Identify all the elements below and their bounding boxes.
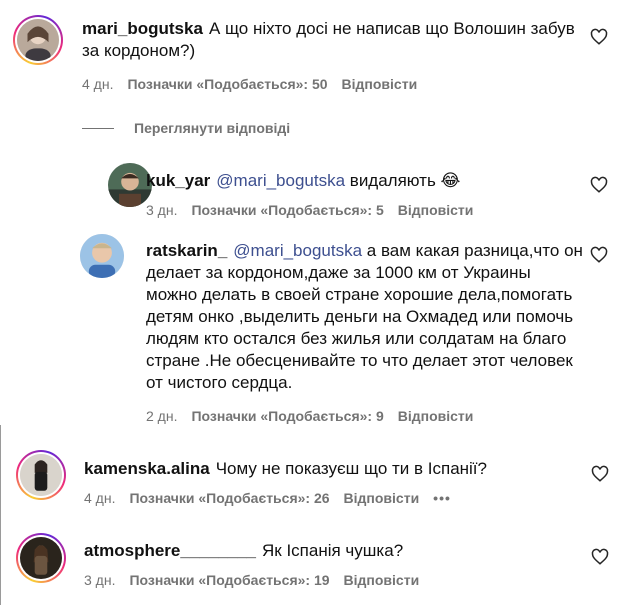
reply-button[interactable]: Відповісти	[344, 490, 420, 506]
mention-link[interactable]: @mari_bogutska	[233, 241, 362, 260]
reply-meta: 2 дн. Позначки «Подобається»: 9 Відповісти	[146, 408, 487, 424]
comment-body: mari_bogutska А що ніхто досі не написав …	[82, 18, 582, 62]
likes-count[interactable]: Позначки «Подобається»: 5	[191, 202, 383, 218]
likes-count[interactable]: Позначки «Подобається»: 9	[191, 408, 383, 424]
comment-text: Чому не показуєш що ти в Іспанії?	[215, 459, 487, 478]
comment-meta: 4 дн. Позначки «Подобається»: 50 Відповіст…	[82, 76, 431, 92]
heart-icon[interactable]	[590, 246, 608, 264]
comment-meta: 3 дн. Позначки «Подобається»: 19 Відповіст…	[84, 572, 433, 588]
avatar	[20, 454, 62, 496]
comment-meta: 4 дн. Позначки «Подобається»: 26 Відповіст…	[84, 490, 465, 506]
avatar-story-ring[interactable]	[16, 450, 66, 500]
reply-body: ratskarin_ @mari_bogutska а вам какая раз…	[146, 240, 586, 394]
likes-count[interactable]: Позначки «Подобається»: 26	[129, 490, 329, 506]
heart-icon[interactable]	[591, 465, 609, 483]
reply-button[interactable]: Відповісти	[398, 202, 474, 218]
avatar	[20, 537, 62, 579]
heart-icon[interactable]	[590, 176, 608, 194]
reply-time[interactable]: 3 дн.	[146, 202, 177, 218]
avatar-story-ring[interactable]	[13, 15, 63, 65]
comment-time[interactable]: 3 дн.	[84, 572, 115, 588]
mention-link[interactable]: @mari_bogutska	[216, 171, 345, 190]
reply-username[interactable]: kuk_yar	[146, 171, 210, 190]
reply-text: а вам какая разница,что он делает за кор…	[146, 241, 583, 392]
comment-text: Як Іспанія чушка?	[262, 541, 404, 560]
reply-button[interactable]: Відповісти	[398, 408, 474, 424]
reply-time[interactable]: 2 дн.	[146, 408, 177, 424]
comment-body: kamenska.alina Чому не показуєш що ти в І…	[84, 458, 584, 480]
more-options-icon[interactable]: •••	[433, 490, 451, 506]
comment-username[interactable]: mari_bogutska	[82, 19, 203, 38]
view-replies-button[interactable]: Переглянути відповіді	[82, 120, 290, 136]
heart-icon[interactable]	[590, 28, 608, 46]
reply-text: видаляють 😂	[349, 171, 461, 190]
left-divider	[0, 425, 1, 605]
reply-button[interactable]: Відповісти	[342, 76, 418, 92]
likes-count[interactable]: Позначки «Подобається»: 50	[127, 76, 327, 92]
reply-body: kuk_yar @mari_bogutska видаляють 😂	[146, 170, 586, 192]
comment-time[interactable]: 4 дн.	[82, 76, 113, 92]
comment-body: atmosphere________ Як Іспанія чушка?	[84, 540, 584, 562]
view-replies-line	[82, 127, 114, 129]
comment-username[interactable]: kamenska.alina	[84, 459, 210, 478]
avatar	[17, 19, 59, 61]
avatar[interactable]	[80, 234, 124, 278]
reply-username[interactable]: ratskarin_	[146, 241, 227, 260]
comment-username[interactable]: atmosphere________	[84, 541, 256, 560]
view-replies-label: Переглянути відповіді	[134, 120, 291, 136]
comment-time[interactable]: 4 дн.	[84, 490, 115, 506]
reply-button[interactable]: Відповісти	[344, 572, 420, 588]
avatar-story-ring[interactable]	[16, 533, 66, 583]
reply-meta: 3 дн. Позначки «Подобається»: 5 Відповісти	[146, 202, 487, 218]
likes-count[interactable]: Позначки «Подобається»: 19	[129, 572, 329, 588]
heart-icon[interactable]	[591, 548, 609, 566]
